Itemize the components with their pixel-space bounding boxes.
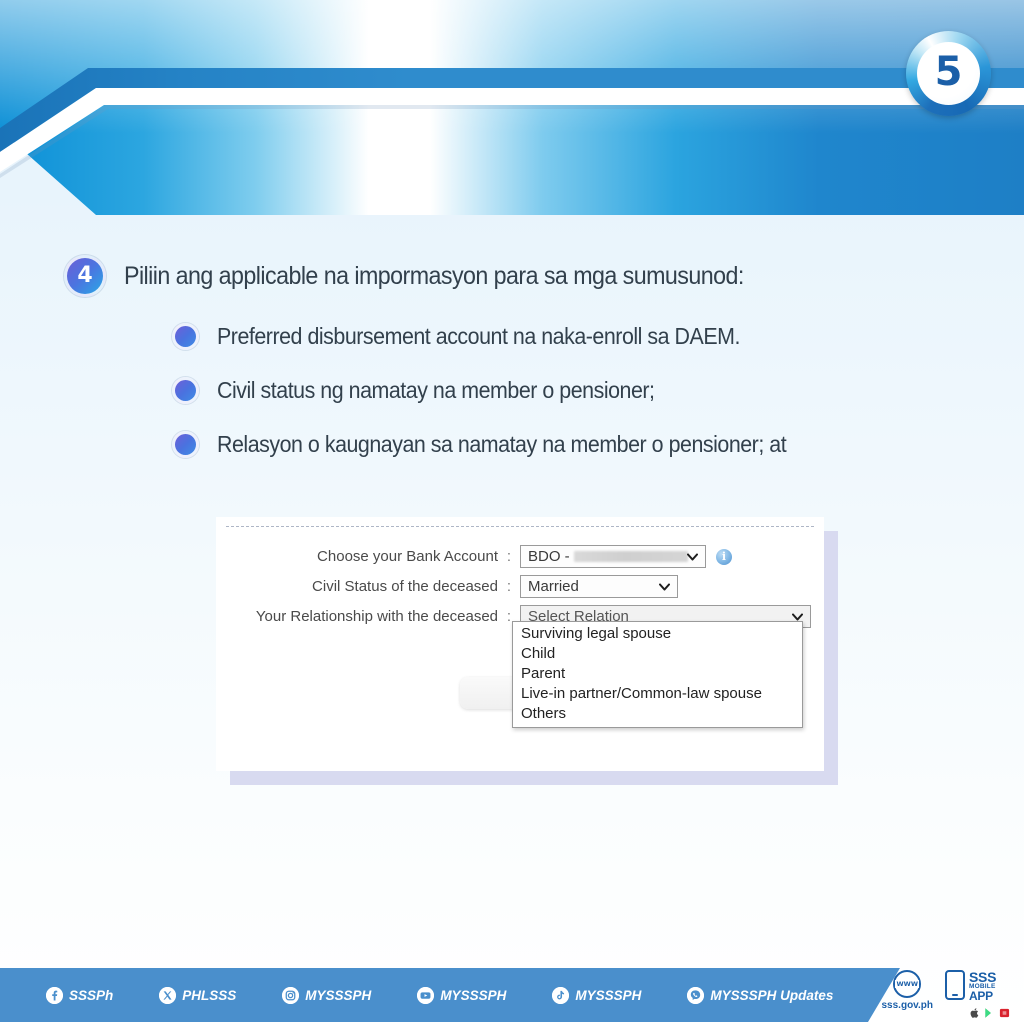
dropdown-option[interactable]: Parent [513, 664, 802, 684]
redacted-account-number [573, 551, 688, 562]
top-banner [0, 0, 1024, 215]
globe-www-text: WWW [895, 979, 919, 988]
content-area: 4 Piliin ang applicable na impormasyon p… [0, 255, 1024, 485]
social-label: SSSPh [69, 987, 114, 1003]
step-four-bullet: 4 [64, 255, 106, 297]
tiktok-icon [552, 986, 570, 1004]
app-line-3: APP [969, 989, 993, 1003]
bullet-dot-icon [172, 323, 199, 350]
social-link-viber[interactable]: MYSSSPH Updates [687, 986, 834, 1004]
card-surface: Choose your Bank Account : BDO - i Civil… [216, 517, 824, 771]
step-heading-row: 4 Piliin ang applicable na impormasyon p… [0, 255, 1024, 297]
app-line-1: SSS [969, 968, 997, 985]
social-links: SSSPh PHLSSS MYSSSPH MYSSSPH MYSSSPH MYS… [0, 968, 880, 1022]
mobile-app-text: SSS MOBILE APP [969, 970, 1010, 1003]
civil-status-label: Civil Status of the deceased [312, 578, 498, 595]
bank-account-label: Choose your Bank Account [317, 548, 498, 565]
social-label: MYSSSPH [440, 987, 507, 1003]
bullet-list: Preferred disbursement account na naka-e… [0, 323, 1024, 458]
list-item: Preferred disbursement account na naka-e… [172, 323, 1024, 350]
step-number-badge: 5 [906, 31, 991, 116]
dropdown-option[interactable]: Child [513, 644, 802, 664]
list-item: Relasyon o kaugnayan sa namatay na membe… [172, 431, 1024, 458]
form-screenshot-card: Choose your Bank Account : BDO - i Civil… [216, 517, 840, 785]
bank-account-colon: : [506, 548, 512, 565]
instagram-icon [282, 986, 300, 1004]
dropdown-option[interactable]: Live-in partner/Common-law spouse [513, 684, 802, 704]
social-link-facebook[interactable]: SSSPh [46, 986, 114, 1004]
bank-account-select[interactable]: BDO - [520, 545, 706, 568]
social-label: MYSSSPH [575, 987, 642, 1003]
bullet-text: Preferred disbursement account na naka-e… [217, 323, 740, 349]
chevron-down-icon [687, 549, 698, 564]
civil-status-value: Married [528, 578, 579, 595]
info-icon[interactable]: i [716, 548, 732, 565]
dropdown-option[interactable]: Surviving legal spouse [513, 624, 802, 644]
bullet-text: Civil status ng namatay na member o pens… [217, 377, 655, 403]
social-label: MYSSSPH [305, 987, 372, 1003]
x-twitter-icon [159, 986, 177, 1004]
poster-background: 5 4 Piliin ang applicable na impormasyon… [0, 0, 1024, 1022]
facebook-icon [46, 986, 63, 1004]
bullet-dot-icon [172, 431, 199, 458]
relationship-label: Your Relationship with the deceased [255, 608, 498, 625]
bank-account-value: BDO - [528, 548, 570, 565]
footer-brand-block: WWW sss.gov.ph SSS MOBILE APP [881, 969, 1011, 1019]
bank-account-row: Choose your Bank Account : BDO - i [216, 545, 824, 568]
step-heading-text: Piliin ang applicable na impormasyon par… [124, 261, 744, 290]
relationship-options-dropdown[interactable]: Surviving legal spouse Child Parent Live… [512, 621, 803, 728]
civil-status-select[interactable]: Married [520, 575, 678, 598]
chevron-down-icon [659, 579, 670, 594]
mobile-app-block[interactable]: SSS MOBILE APP [945, 969, 1010, 1019]
civil-status-row: Civil Status of the deceased : Married [216, 575, 824, 598]
civil-status-colon: : [506, 578, 512, 595]
bullet-dot-icon [172, 377, 199, 404]
bullet-text: Relasyon o kaugnayan sa namatay na membe… [217, 431, 787, 457]
google-play-icon[interactable] [984, 1006, 995, 1018]
dropdown-option[interactable]: Others [513, 704, 802, 724]
website-url: sss.gov.ph [881, 999, 934, 1011]
phone-icon [945, 969, 965, 1000]
social-label: MYSSSPH Updates [710, 987, 834, 1003]
huawei-appgallery-icon[interactable] [999, 1006, 1010, 1018]
social-link-x[interactable]: PHLSSS [159, 986, 237, 1004]
list-item: Civil status ng namatay na member o pens… [172, 377, 1024, 404]
social-link-youtube[interactable]: MYSSSPH [417, 986, 507, 1004]
social-link-tiktok[interactable]: MYSSSPH [552, 986, 642, 1004]
viber-icon [687, 986, 705, 1004]
social-link-instagram[interactable]: MYSSSPH [282, 986, 372, 1004]
youtube-icon [417, 986, 435, 1004]
globe-icon: WWW [893, 969, 922, 998]
apple-store-icon[interactable] [969, 1006, 980, 1018]
store-badges [969, 1006, 1010, 1018]
social-label: PHLSSS [182, 987, 237, 1003]
footer: SSSPh PHLSSS MYSSSPH MYSSSPH MYSSSPH MYS… [0, 968, 1024, 1022]
step-number-badge-label: 5 [917, 42, 980, 105]
website-block[interactable]: WWW sss.gov.ph [881, 969, 934, 1011]
